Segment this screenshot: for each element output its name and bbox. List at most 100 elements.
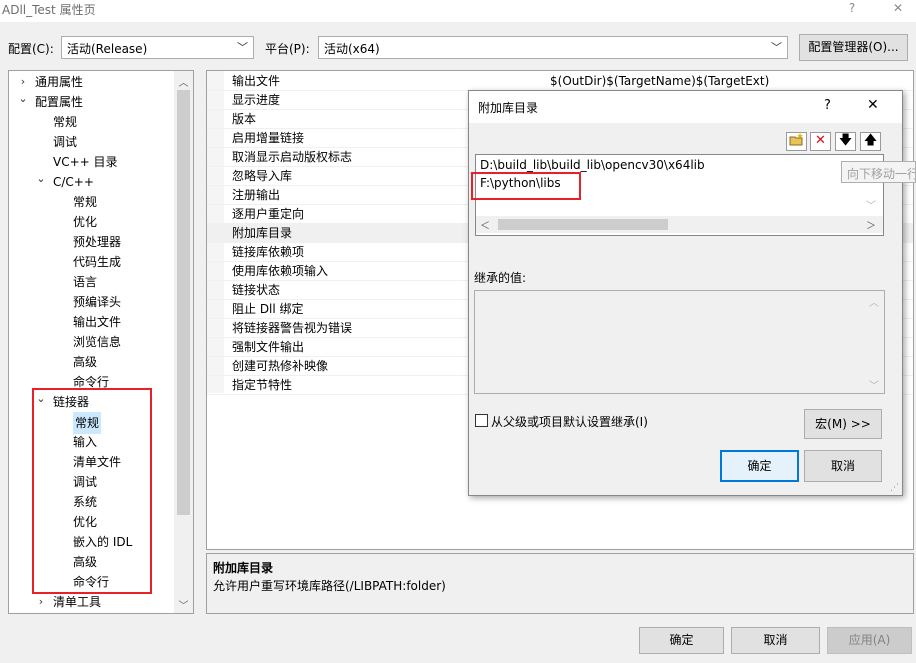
- tree-item-label: 通用属性: [35, 75, 84, 89]
- macro-button[interactable]: 宏(M) >>: [804, 409, 882, 439]
- chevron-down-icon: ﹀: [771, 41, 782, 54]
- grid-row[interactable]: 输出文件 $(OutDir)$(TargetName)$(TargetExt): [207, 72, 913, 91]
- tree-item-label: 常规: [73, 195, 98, 209]
- config-value: 活动(Release): [67, 42, 148, 56]
- window-close-button[interactable]: ✕: [886, 0, 910, 18]
- tooltip: 向下移动一行: [841, 161, 916, 183]
- highlight-box-linker: [32, 388, 152, 594]
- description-panel: 附加库目录 允许用户重写环境库路径(/LIBPATH:folder): [206, 553, 914, 614]
- tree-item[interactable]: 浏览信息: [9, 332, 175, 352]
- dialog-titlebar: 附加库目录 ? ✕: [469, 91, 902, 123]
- window-titlebar: ADll_Test 属性页 ? ✕: [0, 0, 916, 22]
- inherited-values-label: 继承的值:: [474, 271, 527, 285]
- platform-value: 活动(x64): [324, 42, 380, 56]
- resize-grip-icon[interactable]: ⋰: [890, 483, 899, 493]
- dialog-close-button[interactable]: ✕: [867, 97, 879, 113]
- property-value: $(OutDir)$(TargetName)$(TargetExt): [550, 74, 770, 88]
- tree-item-label: 预处理器: [73, 235, 122, 249]
- property-name: 逐用户重定向: [232, 207, 305, 221]
- tree-item-label: 常规: [53, 115, 78, 129]
- config-label: 配置(C):: [8, 42, 54, 56]
- arrow-up-icon[interactable]: 🡅: [860, 132, 881, 151]
- tree-item[interactable]: 预处理器: [9, 232, 175, 252]
- additional-library-dialog: 附加库目录 ? ✕ ✕ 🡇 🡅 ＜ ＞ ﹀ D:\build_lib\build…: [468, 90, 903, 496]
- description-title: 附加库目录: [213, 561, 274, 575]
- tree-item-label: 清单工具: [53, 595, 102, 609]
- scroll-down-icon[interactable]: ﹀: [174, 597, 193, 612]
- window-help-button[interactable]: ?: [842, 0, 862, 18]
- chevron-down-icon[interactable]: ⌄: [35, 169, 47, 189]
- list-hscroll-thumb[interactable]: [498, 219, 668, 230]
- inherited-values-box: ︿ ﹀: [474, 290, 885, 394]
- tree-item-label: 浏览信息: [73, 335, 122, 349]
- property-name: 阻止 Dll 绑定: [232, 302, 304, 316]
- apply-button[interactable]: 应用(A): [827, 627, 912, 654]
- ok-button[interactable]: 确定: [639, 627, 724, 654]
- cancel-button[interactable]: 取消: [731, 627, 820, 654]
- arrow-down-icon[interactable]: 🡇: [835, 132, 856, 151]
- scroll-up-icon: ︿: [869, 298, 879, 309]
- tree-scroll-thumb[interactable]: [177, 90, 190, 515]
- property-name: 显示进度: [232, 93, 281, 107]
- chevron-right-icon[interactable]: ›: [35, 592, 47, 612]
- chevron-down-icon: ﹀: [237, 41, 248, 54]
- tree-item[interactable]: › 通用属性: [9, 72, 175, 92]
- tree-item-label: 优化: [73, 215, 98, 229]
- config-manager-button[interactable]: 配置管理器(O)...: [799, 34, 908, 61]
- delete-icon[interactable]: ✕: [810, 132, 831, 151]
- tree-item[interactable]: VC++ 目录: [9, 152, 175, 172]
- list-vscroll-down-icon[interactable]: ﹀: [866, 197, 876, 212]
- dialog-title: 附加库目录: [478, 101, 539, 115]
- tree-item[interactable]: 优化: [9, 212, 175, 232]
- property-name: 将链接器警告视为错误: [232, 321, 353, 335]
- tree-item[interactable]: 高级: [9, 352, 175, 372]
- property-name: 创建可热修补映像: [232, 359, 329, 373]
- tree-item[interactable]: 语言: [9, 272, 175, 292]
- tree-item[interactable]: 代码生成: [9, 252, 175, 272]
- scroll-up-icon[interactable]: ︿: [174, 74, 193, 89]
- dialog-help-button[interactable]: ?: [824, 98, 831, 113]
- property-name: 注册输出: [232, 188, 281, 202]
- tree-item-label: C/C++: [53, 175, 94, 189]
- dialog-ok-button[interactable]: 确定: [720, 450, 799, 482]
- tree-item-label: 调试: [53, 135, 78, 149]
- tree-item-label: 语言: [73, 275, 98, 289]
- inherit-checkbox[interactable]: [475, 414, 488, 427]
- chevron-down-icon[interactable]: ⌄: [17, 89, 29, 109]
- property-name: 链接状态: [232, 283, 281, 297]
- tree-item-label: VC++ 目录: [53, 155, 118, 169]
- tree-item[interactable]: ⌄ C/C++: [9, 172, 175, 192]
- property-name: 使用库依赖项输入: [232, 264, 329, 278]
- list-hscrollbar[interactable]: ＜ ＞: [476, 216, 883, 233]
- config-combo[interactable]: 活动(Release) ﹀: [61, 36, 254, 59]
- tree-item-label: 预编译头: [73, 295, 122, 309]
- tree-item[interactable]: › 清单工具: [9, 592, 175, 612]
- platform-combo[interactable]: 活动(x64) ﹀: [318, 36, 788, 59]
- property-name: 启用增量链接: [232, 131, 305, 145]
- property-name: 忽略导入库: [232, 169, 293, 183]
- property-name: 版本: [232, 112, 257, 126]
- window-title: ADll_Test 属性页: [2, 3, 96, 17]
- platform-label: 平台(P):: [265, 42, 310, 56]
- tree-item[interactable]: 常规: [9, 112, 175, 132]
- tree-item[interactable]: 调试: [9, 132, 175, 152]
- scroll-left-icon[interactable]: ＜: [480, 217, 490, 232]
- scroll-down-icon: ﹀: [869, 381, 879, 392]
- property-name: 取消显示启动版权标志: [232, 150, 353, 164]
- property-name: 链接库依赖项: [232, 245, 305, 259]
- tree-item-label: 输出文件: [73, 315, 122, 329]
- property-name: 附加库目录: [232, 226, 293, 240]
- tree-item[interactable]: 输出文件: [9, 312, 175, 332]
- property-name: 强制文件输出: [232, 340, 305, 354]
- scroll-right-icon[interactable]: ＞: [866, 217, 876, 232]
- tree-item[interactable]: 预编译头: [9, 292, 175, 312]
- dialog-cancel-button[interactable]: 取消: [804, 450, 882, 482]
- highlight-box-python-libs: [471, 172, 581, 200]
- description-body: 允许用户重写环境库路径(/LIBPATH:folder): [213, 579, 446, 593]
- property-name: 指定节特性: [232, 378, 293, 392]
- tree-item-label: 配置属性: [35, 95, 84, 109]
- inherit-checkbox-label: 从父级或项目默认设置继承(I): [491, 415, 648, 429]
- tree-item[interactable]: ⌄ 配置属性: [9, 92, 175, 112]
- tree-item[interactable]: 常规: [9, 192, 175, 212]
- folder-new-icon[interactable]: [786, 132, 807, 151]
